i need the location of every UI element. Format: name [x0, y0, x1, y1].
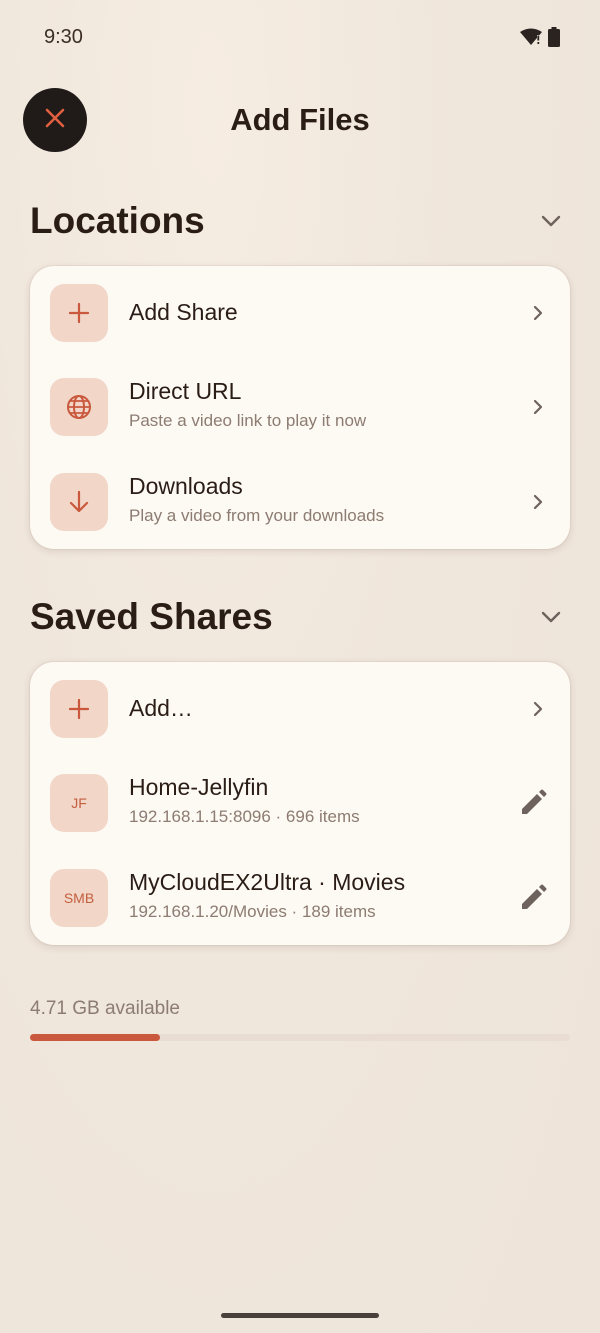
chevron-down-icon[interactable] — [540, 214, 562, 233]
battery-icon — [548, 27, 560, 47]
saved-share-mycloud[interactable]: SMB MyCloudEX2Ultra · Movies 192.168.1.2… — [30, 851, 570, 946]
chevron-right-icon — [532, 304, 544, 327]
saved-shares-title: Saved Shares — [30, 596, 273, 637]
locations-section-header[interactable]: Locations — [30, 200, 570, 250]
page-title: Add Files — [230, 102, 370, 137]
location-item-title: Direct URL — [129, 378, 242, 404]
saved-share-add-label: Add… — [129, 695, 193, 721]
saved-share-home-jellyfin[interactable]: JF Home-Jellyfin 192.168.1.15:8096 · 696… — [30, 756, 570, 851]
plus-icon — [50, 284, 108, 342]
add-files-screen: 9:30 Add Files Locations Add Share Direc… — [0, 0, 600, 1333]
locations-title: Locations — [30, 200, 205, 241]
saved-share-subtitle: 192.168.1.20/Movies · 189 items — [129, 902, 376, 921]
chevron-right-icon — [532, 700, 544, 723]
saved-shares-card: Add… JF Home-Jellyfin 192.168.1.15:8096 … — [30, 662, 570, 945]
edit-icon[interactable] — [518, 883, 548, 918]
globe-icon — [50, 378, 108, 436]
download-icon — [50, 473, 108, 531]
chevron-down-icon[interactable] — [540, 610, 562, 629]
location-item-subtitle: Play a video from your downloads — [129, 506, 385, 525]
saved-share-add[interactable]: Add… — [30, 662, 570, 757]
share-badge: JF — [50, 774, 108, 832]
saved-share-subtitle: 192.168.1.15:8096 · 696 items — [129, 807, 360, 826]
header: Add Files — [0, 88, 600, 152]
saved-share-title: MyCloudEX2Ultra · Movies — [129, 869, 406, 895]
chevron-right-icon — [532, 493, 544, 516]
wifi-icon — [520, 28, 542, 46]
edit-icon[interactable] — [518, 788, 548, 823]
location-item-downloads[interactable]: Downloads Play a video from your downloa… — [30, 455, 570, 550]
storage-bar — [30, 1034, 570, 1041]
status-bar: 9:30 — [0, 0, 600, 76]
home-indicator[interactable] — [221, 1313, 379, 1318]
storage-label: 4.71 GB available — [30, 998, 180, 1019]
share-badge: SMB — [50, 869, 108, 927]
status-time: 9:30 — [44, 26, 83, 48]
plus-icon — [50, 680, 108, 738]
location-item-subtitle: Paste a video link to play it now — [129, 411, 367, 430]
saved-shares-section-header[interactable]: Saved Shares — [30, 596, 570, 646]
location-item-direct-url[interactable]: Direct URL Paste a video link to play it… — [30, 360, 570, 455]
status-icons — [520, 27, 560, 47]
chevron-right-icon — [532, 398, 544, 421]
location-item-title: Downloads — [129, 473, 243, 499]
location-item-add-share[interactable]: Add Share — [30, 266, 570, 361]
location-item-title: Add Share — [129, 299, 238, 325]
storage-bar-fill — [30, 1034, 160, 1041]
locations-card: Add Share Direct URL Paste a video link … — [30, 266, 570, 549]
saved-share-title: Home-Jellyfin — [129, 774, 269, 800]
